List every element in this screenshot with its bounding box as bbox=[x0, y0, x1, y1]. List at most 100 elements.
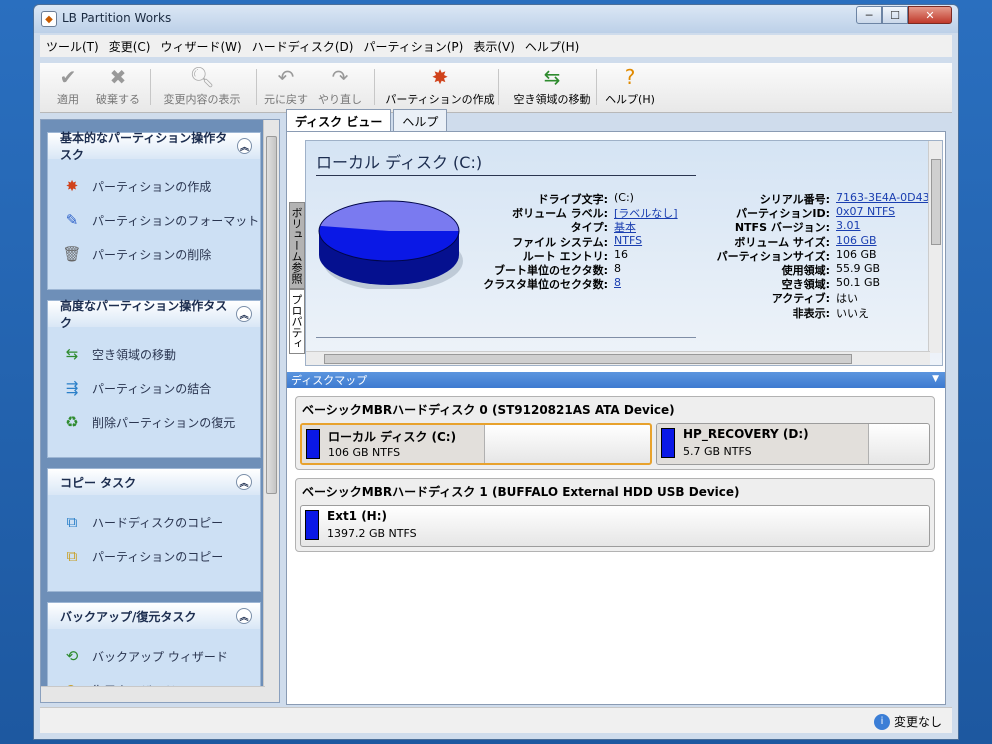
backup-wizard-icon: ⟲ bbox=[65, 647, 79, 665]
task-merge-partitions[interactable]: ⇶ パーティションの結合 bbox=[48, 371, 260, 405]
task-group-header[interactable]: 高度なパーティション操作タスク ︽ bbox=[48, 299, 260, 330]
partition-color-bar bbox=[306, 429, 320, 459]
menu-wizard[interactable]: ウィザード(W) bbox=[160, 38, 241, 55]
disk-map-header[interactable]: ディスクマップ ▼ bbox=[287, 372, 945, 388]
task-group-title: 基本的なパーティション操作タスク bbox=[60, 131, 228, 162]
main-pane: ディスク ビュー ヘルプ ボリューム参照 プロパティ ローカル ディスク (C:… bbox=[286, 109, 946, 705]
task-label: バックアップ ウィザード bbox=[92, 649, 228, 664]
x-icon: ✖ bbox=[109, 65, 127, 89]
task-group-header[interactable]: コピー タスク ︽ bbox=[48, 469, 260, 495]
partition-color-bar bbox=[661, 428, 675, 458]
maximize-button[interactable]: ☐ bbox=[882, 6, 908, 24]
status-indicator: i 変更なし bbox=[873, 713, 942, 730]
scrollbar-thumb[interactable] bbox=[266, 136, 277, 494]
apply-label: 適用 bbox=[57, 93, 79, 106]
property-value: 8 bbox=[614, 262, 621, 275]
collapse-chevron-icon[interactable]: ︽ bbox=[236, 608, 252, 624]
property-value[interactable]: NTFS bbox=[614, 234, 642, 247]
restore-partition-icon: ♻ bbox=[65, 413, 79, 431]
partition-size: 106 GB NTFS bbox=[328, 446, 401, 459]
property-key: クラスタ単位のセクタ数: bbox=[483, 278, 608, 292]
property-value: 55.9 GB bbox=[836, 262, 881, 275]
collapse-chevron-icon[interactable]: ︽ bbox=[236, 306, 252, 322]
task-create-partition[interactable]: ✸ パーティションの作成 bbox=[48, 169, 260, 203]
partition-d[interactable]: HP_RECOVERY (D:) 5.7 GB NTFS bbox=[656, 423, 930, 465]
close-button[interactable]: ✕ bbox=[908, 6, 952, 24]
undo-button[interactable]: ↶ 元に戻す bbox=[260, 65, 312, 111]
vtab-properties[interactable]: プロパティ bbox=[289, 289, 305, 354]
move-free-space-button[interactable]: ⇆ 空き領域の移動 bbox=[504, 65, 600, 111]
scrollbar-thumb[interactable] bbox=[324, 354, 852, 364]
toolbar: ✔ 適用 ✖ 破棄する 🔍︎ 変更内容の表示 ↶ 元に戻す ↷ やり直し ✸ パ… bbox=[40, 63, 952, 113]
show-changes-button[interactable]: 🔍︎ 変更内容の表示 bbox=[154, 65, 250, 111]
apply-button[interactable]: ✔ 適用 bbox=[48, 65, 88, 111]
task-group-copy: コピー タスク ︽ ⧉ ハードディスクのコピー ⧉ パーティションのコピー bbox=[47, 468, 261, 592]
property-value[interactable]: 3.01 bbox=[836, 219, 861, 232]
menu-view[interactable]: 表示(V) bbox=[473, 38, 515, 55]
tab-help[interactable]: ヘルプ bbox=[393, 109, 448, 131]
property-value[interactable]: 7163-3E4A-0D43-! bbox=[836, 191, 938, 204]
menu-change[interactable]: 変更(C) bbox=[109, 38, 151, 55]
partition-c[interactable]: ローカル ディスク (C:) 106 GB NTFS bbox=[300, 423, 652, 465]
show-changes-label: 変更内容の表示 bbox=[163, 93, 241, 106]
help-button[interactable]: ? ヘルプ(H) bbox=[602, 65, 658, 111]
window-title: LB Partition Works bbox=[62, 11, 172, 25]
discard-button[interactable]: ✖ 破棄する bbox=[90, 65, 146, 111]
toolbar-separator bbox=[596, 69, 597, 105]
task-group-header[interactable]: 基本的なパーティション操作タスク ︽ bbox=[48, 131, 260, 162]
delete-partition-icon: 🗑︎ bbox=[62, 245, 82, 263]
property-value[interactable]: 0x07 NTFS bbox=[836, 205, 895, 218]
task-format-partition[interactable]: ✎ パーティションのフォーマット bbox=[48, 203, 260, 237]
copy-harddisk-icon: ⧉ bbox=[66, 513, 78, 531]
task-copy-partition[interactable]: ⧉ パーティションのコピー bbox=[48, 539, 260, 573]
task-label: 削除パーティションの復元 bbox=[92, 415, 236, 430]
disk-view-panel: ボリューム参照 プロパティ ローカル ディスク (C:) ドライブ文字: (C:)… bbox=[286, 131, 946, 705]
collapse-chevron-icon[interactable]: ︽ bbox=[237, 138, 252, 154]
property-value[interactable]: 8 bbox=[614, 276, 621, 289]
help-icon: ? bbox=[624, 65, 636, 89]
task-backup-wizard[interactable]: ⟲ バックアップ ウィザード bbox=[48, 639, 260, 673]
copy-partition-icon: ⧉ bbox=[66, 547, 78, 565]
task-delete-partition[interactable]: 🗑︎ パーティションの削除 bbox=[48, 237, 260, 271]
title-bar[interactable]: ◆ LB Partition Works ─ ☐ ✕ bbox=[34, 5, 958, 33]
move-free-space-label: 空き領域の移動 bbox=[513, 93, 591, 106]
menu-bar: ツール(T) 変更(C) ウィザード(W) ハードディスク(D) パーティション… bbox=[40, 35, 952, 57]
toolbar-separator bbox=[150, 69, 151, 105]
properties-horizontal-scrollbar[interactable] bbox=[306, 351, 930, 365]
partition-h[interactable]: Ext1 (H:) 1397.2 GB NTFS bbox=[300, 505, 930, 547]
merge-partitions-icon: ⇶ bbox=[65, 379, 79, 397]
menu-harddisk[interactable]: ハードディスク(D) bbox=[252, 38, 354, 55]
create-partition-button[interactable]: ✸ パーティションの作成 bbox=[382, 65, 498, 111]
task-label: パーティションの削除 bbox=[92, 247, 212, 262]
menu-tools[interactable]: ツール(T) bbox=[46, 38, 99, 55]
task-group-header[interactable]: バックアップ/復元タスク ︽ bbox=[48, 603, 260, 629]
scrollbar-thumb[interactable] bbox=[931, 159, 941, 245]
chevron-down-icon[interactable]: ▼ bbox=[932, 374, 939, 384]
task-label: パーティションのフォーマット bbox=[92, 213, 260, 228]
tab-disk-view[interactable]: ディスク ビュー bbox=[286, 109, 392, 131]
properties-vertical-scrollbar[interactable] bbox=[928, 141, 942, 353]
property-value[interactable]: 106 GB bbox=[836, 234, 877, 247]
task-move-free-space[interactable]: ⇆ 空き領域の移動 bbox=[48, 337, 260, 371]
disk-1: ベーシックMBRハードディスク 1 (BUFFALO External HDD … bbox=[295, 478, 935, 552]
move-free-space-icon: ⇆ bbox=[65, 345, 79, 363]
task-group-basic: 基本的なパーティション操作タスク ︽ ✸ パーティションの作成 ✎ パーティショ… bbox=[47, 131, 261, 290]
minimize-button[interactable]: ─ bbox=[856, 6, 882, 24]
task-pane-vertical-scrollbar[interactable] bbox=[263, 120, 279, 702]
redo-button[interactable]: ↷ やり直し bbox=[316, 65, 364, 111]
vtab-volume-browse[interactable]: ボリューム参照 bbox=[289, 202, 305, 289]
checkmark-icon: ✔ bbox=[59, 65, 77, 89]
partition-size: 5.7 GB NTFS bbox=[683, 445, 752, 458]
collapse-chevron-icon[interactable]: ︽ bbox=[236, 474, 252, 490]
undo-icon: ↶ bbox=[277, 65, 295, 89]
property-value: (C:) bbox=[614, 191, 634, 204]
usage-pie-chart bbox=[318, 200, 463, 289]
task-copy-harddisk[interactable]: ⧉ ハードディスクのコピー bbox=[48, 505, 260, 539]
disk-title: ベーシックMBRハードディスク 0 (ST9120821AS ATA Devic… bbox=[302, 403, 675, 417]
pie-slice-free bbox=[320, 201, 459, 231]
task-pane-horizontal-scrollbar[interactable] bbox=[41, 686, 265, 702]
task-restore-deleted-partition[interactable]: ♻ 削除パーティションの復元 bbox=[48, 405, 260, 439]
task-label: パーティションの結合 bbox=[92, 381, 212, 396]
menu-help[interactable]: ヘルプ(H) bbox=[525, 38, 579, 55]
menu-partition[interactable]: パーティション(P) bbox=[363, 38, 463, 55]
